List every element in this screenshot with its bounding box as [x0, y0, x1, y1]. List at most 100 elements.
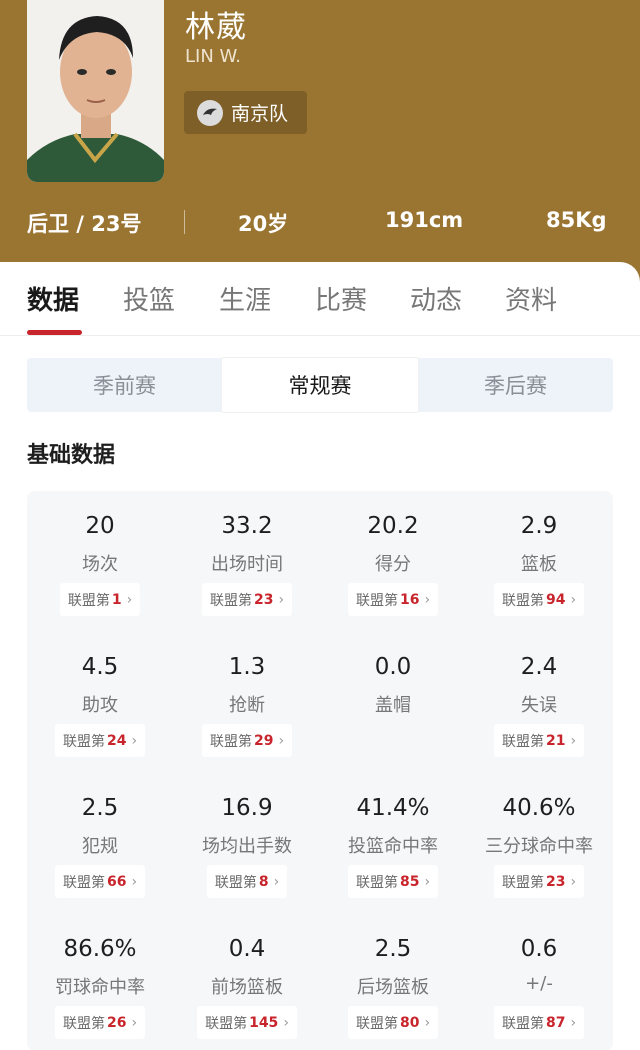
tab-career[interactable]: 生涯 — [219, 280, 271, 317]
rank-number: 23 — [253, 591, 274, 608]
tab-data[interactable]: 数据 — [27, 280, 79, 317]
tab-shooting[interactable]: 投篮 — [123, 280, 175, 317]
team-logo-icon — [197, 99, 223, 126]
league-rank-button[interactable]: 联盟第 87 › — [493, 1006, 585, 1039]
rank-prefix: 联盟第 — [209, 592, 252, 609]
league-rank-button[interactable]: 联盟第 80 › — [347, 1006, 439, 1039]
rank-prefix: 联盟第 — [62, 1015, 105, 1032]
bio-divider — [184, 210, 185, 234]
stat-label: 投篮命中率 — [348, 836, 438, 857]
stat-cell: 20 场次 联盟第 1 › — [27, 491, 173, 632]
stat-value: 0.0 — [374, 654, 412, 680]
stat-value: 20.2 — [367, 513, 419, 539]
stat-value: 0.4 — [228, 936, 266, 962]
league-rank-button[interactable]: 联盟第 26 › — [54, 1006, 146, 1039]
stat-label: 罚球命中率 — [55, 977, 145, 998]
player-height: 191cm — [385, 208, 464, 232]
stat-label: 篮板 — [521, 554, 557, 575]
rank-prefix: 联盟第 — [355, 592, 398, 609]
stat-cell: 33.2 出场时间联盟第 23 › — [174, 491, 320, 632]
chevron-right-icon: › — [570, 1014, 577, 1031]
player-age: 20岁 — [238, 212, 289, 236]
segment-preseason[interactable]: 季前赛 — [27, 358, 222, 412]
rank-prefix: 联盟第 — [355, 1015, 398, 1032]
stat-label: 得分 — [375, 554, 411, 575]
team-button[interactable]: 南京队 — [184, 91, 307, 134]
segment-regular-season[interactable]: 常规赛 — [222, 358, 418, 412]
league-rank-button[interactable]: 联盟第 94 › — [493, 583, 585, 616]
stat-cell: 4.5 助攻 联盟第 24 › — [27, 632, 173, 773]
stat-value: 1.3 — [228, 654, 266, 680]
league-rank-button[interactable]: 联盟第 66 › — [54, 865, 146, 898]
player-weight: 85Kg — [546, 208, 607, 232]
rank-number: 26 — [106, 1014, 127, 1031]
tab-games[interactable]: 比赛 — [315, 280, 367, 317]
chevron-right-icon: › — [424, 591, 431, 608]
stat-value: 2.4 — [520, 654, 558, 680]
rank-prefix: 联盟第 — [62, 874, 105, 891]
rank-number: 80 — [399, 1014, 420, 1031]
rank-prefix: 联盟第 — [209, 733, 252, 750]
stat-value: 16.9 — [221, 795, 273, 821]
league-rank-button[interactable]: 联盟第 23 › — [201, 583, 293, 616]
stat-value: 33.2 — [221, 513, 273, 539]
tab-news[interactable]: 动态 — [410, 280, 462, 317]
rank-prefix: 联盟第 — [501, 733, 544, 750]
player-bio-row: 后卫 / 23号 20岁 191cm 85Kg — [0, 200, 640, 244]
stat-label: 抢断 — [229, 695, 265, 716]
rank-number: 1 — [111, 591, 122, 608]
stat-cell: 0.0 盖帽 — [320, 632, 466, 773]
rank-prefix: 联盟第 — [501, 874, 544, 891]
stat-cell: 86.6% 罚球命中率 联盟第 26 › — [27, 914, 173, 1050]
section-title: 基础数据 — [27, 443, 116, 468]
stat-cell: 1.3 抢断联盟第 29 › — [174, 632, 320, 773]
chevron-right-icon: › — [424, 873, 431, 890]
league-rank-button[interactable]: 联盟第 24 › — [54, 724, 146, 757]
chevron-right-icon: › — [570, 732, 577, 749]
league-rank-button[interactable]: 联盟第 21 › — [493, 724, 585, 757]
league-rank-button[interactable]: 联盟第 145 › — [197, 1006, 297, 1039]
league-rank-button[interactable]: 联盟第 29 › — [201, 724, 293, 757]
season-type-selector: 季前赛 常规赛 季后赛 — [27, 358, 613, 412]
league-rank-button[interactable]: 联盟第 8 › — [206, 865, 288, 898]
league-rank-button[interactable]: 联盟第 85 › — [347, 865, 439, 898]
stat-cell: 2.9 篮板联盟第 94 › — [466, 491, 612, 632]
basic-stats-grid: 20 场次 联盟第 1 › 33.2 出场时间 联盟第 23 › 20.2 得分 联盟第 16 › 2.9 篮板… — [27, 491, 613, 1050]
chevron-right-icon: › — [283, 1014, 289, 1031]
chevron-right-icon: › — [126, 591, 133, 608]
stat-label: 盖帽 — [375, 695, 411, 716]
stat-label: 出场时间 — [211, 554, 283, 575]
stat-cell: 0.6 +/- 联盟第 87 › — [466, 914, 612, 1050]
chevron-right-icon: › — [273, 873, 280, 890]
stat-label: 三分球命中率 — [485, 836, 593, 857]
stat-value: 20 — [85, 513, 115, 539]
tab-profile[interactable]: 资料 — [505, 280, 557, 317]
chevron-right-icon: › — [278, 732, 285, 749]
player-english-name: LIN W. — [185, 46, 241, 67]
rank-number: 24 — [106, 732, 127, 749]
rank-number: 21 — [545, 732, 566, 749]
league-rank-button[interactable]: 联盟第 23 › — [493, 865, 585, 898]
chevron-right-icon: › — [570, 873, 577, 890]
league-rank-button[interactable]: 联盟第 1 › — [59, 583, 141, 616]
rank-number: 16 — [399, 591, 420, 608]
stat-label: +/- — [525, 973, 553, 994]
chevron-right-icon: › — [570, 591, 577, 608]
stat-value: 2.5 — [374, 936, 412, 962]
active-tab-indicator — [27, 330, 82, 335]
stat-value: 2.9 — [520, 513, 558, 539]
rank-number: 145 — [249, 1014, 279, 1031]
stat-cell: 16.9 场均出手数 联盟第 8 › — [174, 773, 320, 914]
rank-number: 29 — [253, 732, 274, 749]
league-rank-button[interactable]: 联盟第 16 › — [347, 583, 439, 616]
stat-label: 前场篮板 — [211, 977, 283, 998]
stat-cell: 2.4 失误 联盟第 21 › — [466, 632, 612, 773]
stat-label: 犯规 — [82, 836, 118, 857]
stat-value: 4.5 — [81, 654, 119, 680]
rank-number: 66 — [106, 873, 127, 890]
team-name: 南京队 — [231, 103, 289, 125]
stat-cell: 2.5 犯规 联盟第 66 › — [27, 773, 173, 914]
rank-number: 87 — [545, 1014, 566, 1031]
stat-value: 40.6% — [502, 795, 576, 821]
segment-playoffs[interactable]: 季后赛 — [418, 358, 613, 412]
